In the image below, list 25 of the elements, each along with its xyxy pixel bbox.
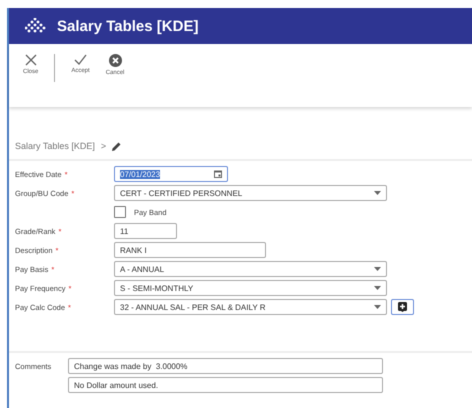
close-icon (24, 54, 37, 66)
window-title: Salary Tables [KDE] (57, 18, 198, 34)
breadcrumb-link[interactable]: Salary Tables [KDE] (15, 141, 95, 151)
plus-icon (398, 302, 407, 312)
dropdown-field[interactable]: S - SEMI-MONTHLY (114, 280, 387, 296)
checkbox[interactable] (114, 206, 126, 218)
calendar-icon (214, 170, 222, 178)
dropdown-field[interactable]: 32 - ANNUAL SAL - PER SAL & DAILY R (114, 299, 387, 315)
text-field[interactable]: 11 (114, 223, 177, 239)
comment-field[interactable]: No Dollar amount used. (68, 377, 383, 393)
add-button[interactable] (391, 299, 414, 315)
dropdown-field[interactable]: A - ANNUAL (114, 261, 387, 277)
dropdown-caret-icon (374, 267, 381, 271)
dropdown-caret-icon (374, 191, 381, 195)
cancel-icon (108, 54, 122, 67)
dropdown-field[interactable]: CERT - CERTIFIED PERSONNEL (114, 185, 387, 201)
pencil-icon[interactable] (112, 142, 122, 150)
dots-logo-icon (25, 18, 47, 34)
dropdown-caret-icon (374, 286, 381, 290)
text-field[interactable]: RANK I (114, 242, 266, 258)
dropdown-caret-icon (374, 305, 381, 309)
breadcrumb-separator: > (100, 141, 106, 151)
comment-field[interactable]: Change was made by 3.0000% (68, 358, 383, 374)
date-field[interactable]: 07/01/2023 (114, 166, 228, 182)
checkmark-icon (74, 54, 88, 65)
